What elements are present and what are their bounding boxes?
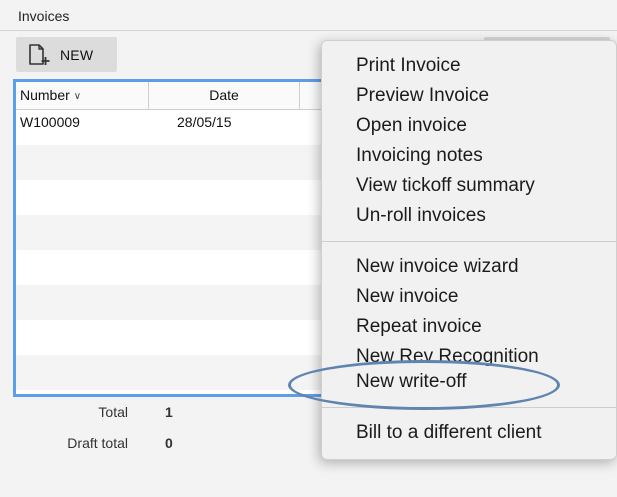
column-header-number-label: Number (20, 87, 70, 103)
draft-total-label: Draft total (67, 435, 128, 451)
chevron-down-icon: ∨ (73, 91, 82, 102)
cell-date: 28/05/15 (177, 114, 232, 130)
new-button-label: NEW (60, 46, 94, 63)
menu-item-open-invoice[interactable]: Open invoice (322, 111, 616, 141)
draft-total-row: Draft total 0 (0, 435, 200, 455)
menu-separator (322, 241, 616, 242)
menu-item-new-rev-recognition[interactable]: New Rev Recognition (322, 342, 616, 367)
total-label: Total (98, 404, 128, 420)
column-header-date-label: Date (209, 87, 239, 103)
menu-item-print-invoice[interactable]: Print Invoice (322, 51, 616, 81)
menu-item-new-invoice-wizard[interactable]: New invoice wizard (322, 252, 616, 282)
column-header-number[interactable]: Number ∨ (20, 82, 149, 109)
menu-item-un-roll-invoices[interactable]: Un-roll invoices (322, 201, 616, 231)
new-document-icon (27, 43, 51, 66)
menu-item-new-write-off[interactable]: New write-off (322, 367, 616, 397)
cell-number: W100009 (20, 114, 80, 130)
menu-item-preview-invoice[interactable]: Preview Invoice (322, 81, 616, 111)
context-menu: Print Invoice Preview Invoice Open invoi… (321, 40, 617, 460)
title-divider (0, 30, 617, 31)
total-value: 1 (165, 404, 173, 420)
new-button[interactable]: NEW (16, 37, 117, 72)
menu-item-bill-to-different-client[interactable]: Bill to a different client (322, 418, 616, 448)
panel-title: Invoices (18, 8, 70, 24)
total-row: Total 1 (0, 404, 200, 424)
menu-item-invoicing-notes[interactable]: Invoicing notes (322, 141, 616, 171)
menu-separator (322, 407, 616, 408)
menu-item-view-tickoff-summary[interactable]: View tickoff summary (322, 171, 616, 201)
menu-item-new-invoice[interactable]: New invoice (322, 282, 616, 312)
column-header-date[interactable]: Date (149, 82, 300, 109)
draft-total-value: 0 (165, 435, 173, 451)
menu-item-repeat-invoice[interactable]: Repeat invoice (322, 312, 616, 342)
